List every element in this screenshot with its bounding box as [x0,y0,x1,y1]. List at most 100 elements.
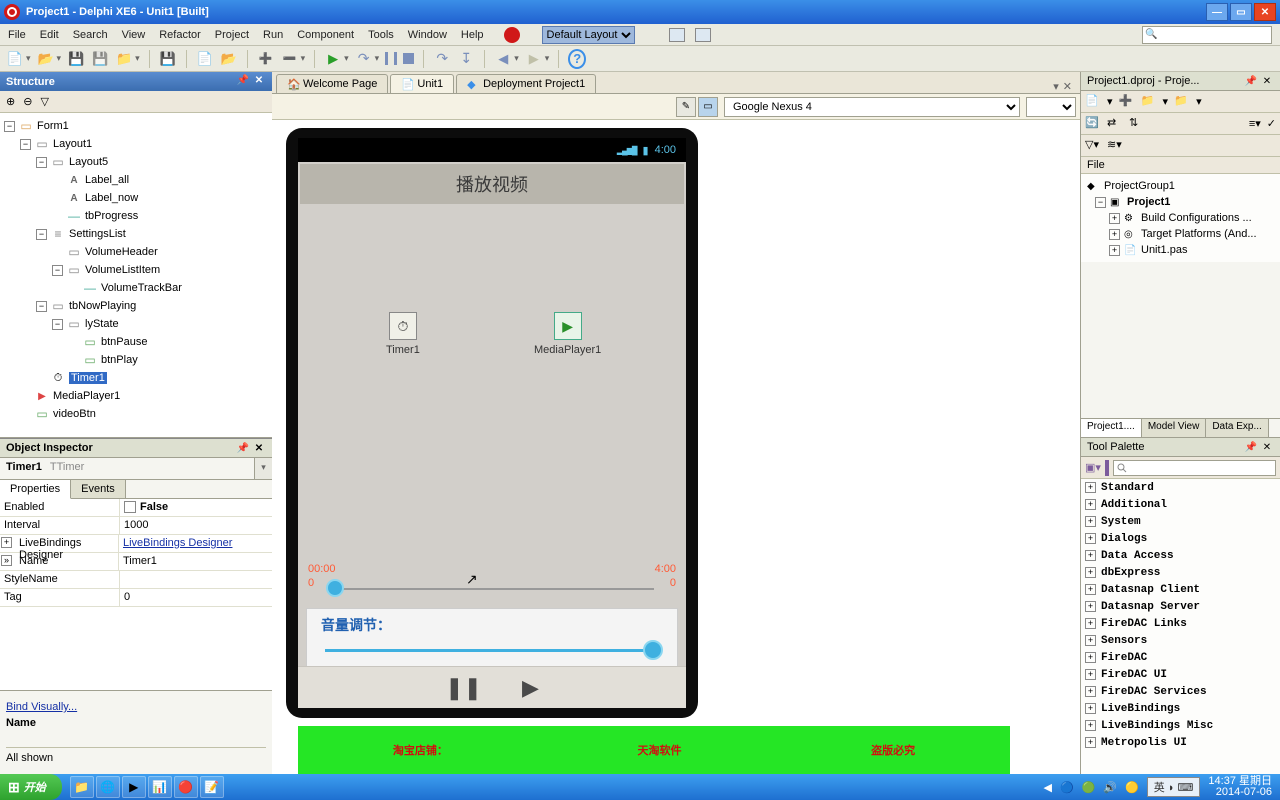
menu-file[interactable]: File [8,29,26,41]
step-over-button[interactable] [433,50,451,68]
stop-button[interactable] [403,53,414,64]
tray-icon[interactable]: 🔵 [1060,781,1074,794]
tray-icon[interactable]: ◀ [1043,781,1051,794]
open-project-button[interactable] [115,50,133,68]
tab-dropdown-icon[interactable]: ▾ [1053,80,1059,93]
task-item[interactable]: 🔴 [174,776,198,798]
device-selector[interactable]: Google Nexus 4 [724,97,1020,117]
tab-unit1[interactable]: Unit1 [390,74,454,93]
new-file-button[interactable] [196,50,214,68]
help-button[interactable] [568,50,586,68]
menu-search[interactable]: Search [73,29,108,41]
close-panel-icon[interactable]: ✕ [252,443,266,454]
remove-icon[interactable]: 📁 [1141,94,1157,110]
structure-tree[interactable]: −Form1 −Layout1 −Layout5 Label_all Label… [0,113,272,437]
project-tree[interactable]: ◆ProjectGroup1 −▣Project1 +⚙Build Config… [1081,174,1280,262]
tray-icon[interactable]: 🟡 [1125,781,1139,794]
form-designer[interactable]: ▮ 4:00 播放视频 ⏱ Timer1 ▶ MediaPlayer1 0 [272,120,1080,774]
language-indicator[interactable]: 英 ◗ ⌨ [1147,777,1201,797]
tab-events[interactable]: Events [71,480,126,498]
open-button[interactable] [37,50,55,68]
pin-icon[interactable]: 📌 [236,443,250,454]
tab-welcome[interactable]: Welcome Page [276,74,388,93]
step-into-button[interactable] [457,50,475,68]
ide-search-input[interactable] [1142,26,1272,44]
start-button[interactable]: 开始 [0,774,62,800]
progress-slider[interactable] [330,588,654,590]
minimize-button[interactable]: — [1206,3,1228,21]
new-icon[interactable]: 📄 [1085,94,1101,110]
task-item[interactable]: 📝 [200,776,224,798]
menu-view[interactable]: View [122,29,146,41]
sort-icon[interactable]: ▽ [40,95,48,108]
menu-tools[interactable]: Tools [368,29,394,41]
collapse-icon[interactable]: ⊖ [23,95,32,108]
tab-properties[interactable]: Properties [0,480,71,499]
nav-forward-button[interactable] [525,50,543,68]
menu-refactor[interactable]: Refactor [159,29,201,41]
tray-icon[interactable]: 🔊 [1103,781,1117,794]
config-icon[interactable]: ≋▾ [1107,138,1123,154]
new-button[interactable] [6,50,24,68]
zoom-selector[interactable] [1026,97,1076,117]
save-project-button[interactable] [159,50,177,68]
task-item[interactable]: 📊 [148,776,172,798]
filter-icon[interactable]: ▽▾ [1085,138,1101,154]
view-code-icon[interactable]: ✎ [676,97,696,117]
bind-visually-link[interactable]: Bind Visually... [6,701,266,713]
run-nodeb-button[interactable] [355,50,373,68]
tab-project[interactable]: Project1.... [1081,419,1142,437]
open-file-button[interactable] [220,50,238,68]
tray-icon[interactable]: 🟢 [1082,781,1096,794]
add-button[interactable] [257,50,275,68]
close-panel-icon[interactable]: ✕ [1260,76,1274,87]
layout-selector[interactable]: Default Layout [542,26,635,44]
view-icon[interactable]: 📁 [1174,94,1190,110]
close-panel-icon[interactable]: ✕ [252,75,266,89]
property-grid[interactable]: EnabledFalse Interval1000 +LiveBindings … [0,499,272,690]
close-button[interactable]: ✕ [1254,3,1276,21]
sync-icon[interactable]: 🔄 [1085,116,1101,132]
tab-model[interactable]: Model View [1142,419,1207,437]
task-item[interactable]: 🌐 [96,776,120,798]
category-icon[interactable]: ▣▾ [1085,461,1101,474]
run-button[interactable] [324,50,342,68]
close-panel-icon[interactable]: ✕ [1260,442,1274,453]
pin-icon[interactable]: 📌 [1244,442,1258,453]
menu-window[interactable]: Window [408,29,447,41]
pin-icon[interactable]: 📌 [1244,76,1258,87]
pause-button[interactable]: ❚❚ [445,675,482,701]
maximize-button[interactable]: ▭ [1230,3,1252,21]
save-button[interactable] [67,50,85,68]
remove-button[interactable] [281,50,299,68]
component-icon[interactable] [1105,460,1109,476]
layout-save-icon[interactable] [669,28,685,42]
menu-project[interactable]: Project [215,29,249,41]
menu-run[interactable]: Run [263,29,283,41]
component-timer1[interactable]: ⏱ Timer1 [386,312,420,356]
main-toolbar: ▾ ▾ ▾ ▾ ▾ ▾ ▾ ▾ [0,46,1280,72]
pin-icon[interactable]: 📌 [236,75,250,89]
palette-search-input[interactable] [1113,460,1276,476]
component-mediaplayer1[interactable]: ▶ MediaPlayer1 [534,312,601,356]
tab-deployment[interactable]: Deployment Project1 [456,74,596,93]
pause-button[interactable] [385,52,397,65]
palette-list[interactable]: +Standard +Additional +System +Dialogs +… [1081,479,1280,774]
add-icon[interactable]: ➕ [1119,94,1135,110]
save-all-button[interactable] [91,50,109,68]
volume-slider[interactable] [325,649,659,652]
inspector-selector[interactable]: Timer1 TTimer ▾ [0,458,272,480]
task-item[interactable]: ▶ [122,776,146,798]
menu-help[interactable]: Help [461,29,484,41]
play-button[interactable]: ▶ [522,675,539,701]
menu-edit[interactable]: Edit [40,29,59,41]
clock[interactable]: 14:37 星期日 2014-07-06 [1208,776,1272,798]
nav-back-button[interactable] [494,50,512,68]
layout-manage-icon[interactable] [695,28,711,42]
task-item[interactable]: 📁 [70,776,94,798]
expand-icon[interactable]: ⊕ [6,95,15,108]
menu-component[interactable]: Component [297,29,354,41]
tab-close-icon[interactable]: ✕ [1063,80,1072,93]
view-design-icon[interactable]: ▭ [698,97,718,117]
tab-dataexp[interactable]: Data Exp... [1206,419,1268,437]
